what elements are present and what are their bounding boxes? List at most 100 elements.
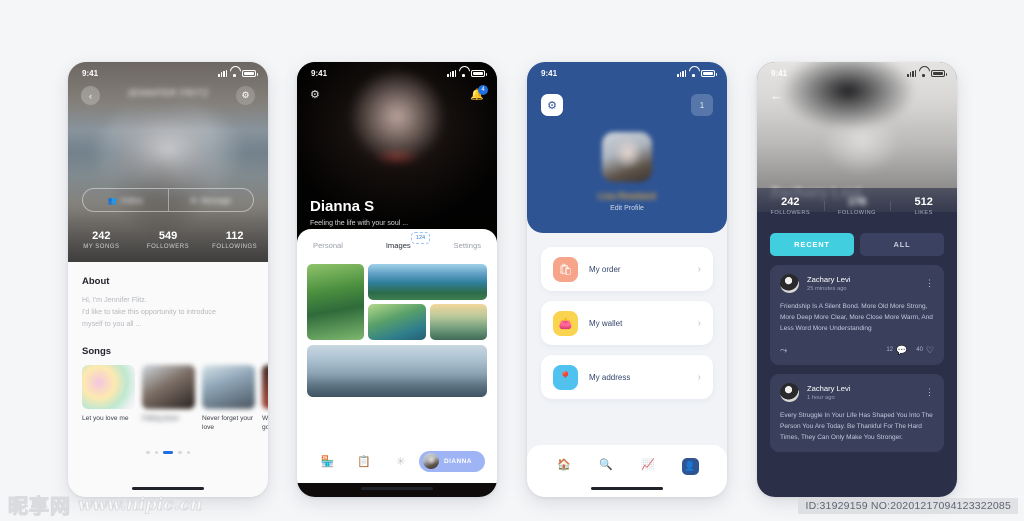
profile-icon[interactable]: 👤: [669, 458, 711, 475]
bell-icon[interactable]: 🔔 4: [470, 85, 488, 101]
post-text: Every Struggle In Your Life Has Shaped Y…: [780, 411, 933, 441]
profile-action-bar: 👥 Follow ✉ Message: [82, 188, 254, 212]
segmented-control: RECENT ALL: [757, 224, 957, 256]
status-time: 9:41: [541, 68, 558, 78]
message-label: Message: [200, 195, 232, 205]
gear-icon[interactable]: ⚙: [310, 88, 320, 101]
post-header: Zachary Levi 1 hour ago ⋮: [780, 382, 934, 402]
heart-icon[interactable]: ♡: [926, 345, 934, 356]
status-bar: 9:41: [297, 62, 497, 82]
chevron-right-icon: ›: [697, 263, 701, 275]
gallery-image[interactable]: [368, 264, 487, 300]
discount-icon[interactable]: ✳: [382, 455, 419, 468]
page-title: JENNIFER FRITZ: [127, 88, 209, 98]
comment-count: 12: [886, 347, 894, 354]
stat-label: FOLLOWERS: [146, 244, 190, 250]
edit-profile-link[interactable]: Edit Profile: [527, 205, 727, 212]
gallery-image[interactable]: [307, 264, 365, 340]
tab-personal[interactable]: Personal: [313, 241, 343, 250]
clipboard-icon[interactable]: 📋: [346, 455, 383, 468]
watermark-brand: 昵享网 www.nipic.cn: [7, 490, 203, 519]
song-title: Let you love me: [82, 414, 129, 422]
pager-dot-active[interactable]: [163, 450, 173, 455]
store-icon[interactable]: 🏪: [309, 455, 346, 468]
counter-badge[interactable]: 1: [691, 94, 713, 116]
post-time: 1 hour ago: [807, 394, 835, 401]
status-bar: 9:41: [527, 62, 727, 82]
song-cover: [262, 364, 268, 409]
search-icon[interactable]: 🔍: [585, 458, 627, 471]
phone-mockup-account-menu: 9:41 ⚙ 1 Lisa Rowland Edit Profile 🛍 My …: [527, 62, 727, 497]
gear-icon[interactable]: ⚙: [541, 94, 563, 116]
song-card[interactable]: Let you love me: [82, 364, 135, 433]
stat-followers: 242 FOLLOWERS: [757, 196, 824, 216]
wifi-icon: [230, 70, 239, 77]
about-line-3: myself to you all ...: [82, 318, 142, 328]
watermark-url: www.nipic.cn: [77, 494, 203, 515]
post-author: Zachary Levi: [807, 383, 851, 393]
avatar[interactable]: [780, 382, 799, 402]
songs-carousel[interactable]: Let you love me Falling down Never forge…: [82, 364, 268, 433]
song-title: Never forget your love: [202, 414, 253, 432]
profile-stats: 242 MY SONGS 549 FOLLOWERS 112 FOLLOWING…: [68, 230, 268, 250]
post-text: Friendship Is A Silent Bond. More Old Mo…: [780, 303, 933, 333]
menu-item-my-address[interactable]: 📍 My address ›: [541, 355, 713, 399]
stat-label: FOLLOWINGS: [212, 244, 258, 250]
stat-value: 242: [781, 196, 800, 208]
content-sheet: Personal Images Settings 124 🏪 📋 ✳ DIANN…: [297, 229, 497, 483]
tab-settings[interactable]: Settings: [454, 241, 481, 250]
song-card[interactable]: Never forget your love: [202, 364, 255, 433]
pager-dot[interactable]: [178, 450, 182, 455]
chart-icon[interactable]: 📈: [627, 458, 669, 471]
tab-images[interactable]: Images: [378, 241, 418, 255]
avatar[interactable]: [602, 132, 652, 182]
profile-name-text: Dianna S: [310, 198, 375, 215]
user-pill-button[interactable]: DIANNA: [419, 450, 486, 472]
stat-likes: 512 LIKES: [890, 196, 957, 216]
gallery-image[interactable]: [429, 304, 487, 340]
account-menu: 🛍 My order › 👛 My wallet › 📍 My address …: [527, 233, 727, 399]
user-pill-label: DIANNA: [444, 457, 472, 465]
message-button[interactable]: ✉ Message: [169, 189, 254, 211]
like-count: 40: [916, 347, 923, 354]
nav-row: ⚙ 1: [527, 82, 727, 116]
follow-button[interactable]: 👥 Follow: [83, 189, 168, 211]
back-button[interactable]: ←: [770, 88, 957, 103]
post-author: Zachary Levi: [807, 275, 851, 284]
pager-dot[interactable]: [186, 450, 190, 455]
song-card[interactable]: Where have you gone: [262, 364, 268, 433]
pager-dot[interactable]: [154, 450, 158, 455]
song-card[interactable]: Falling down: [142, 364, 195, 433]
gallery-image-wide[interactable]: [307, 345, 487, 397]
home-icon[interactable]: 🏠: [543, 458, 585, 471]
carousel-pager[interactable]: [82, 450, 254, 455]
comment-icon[interactable]: 💬: [896, 345, 907, 356]
pager-dot[interactable]: [146, 450, 150, 455]
phone-mockup-social-feed: 9:41 ← Zachary Levi 242 FOLLOWERS 176 FO…: [757, 62, 957, 497]
chevron-right-icon: ›: [697, 371, 701, 383]
menu-item-my-order[interactable]: 🛍 My order ›: [541, 247, 713, 291]
share-icon[interactable]: ⤳: [780, 345, 787, 356]
battery-icon: [242, 69, 258, 77]
post-feed: Zachary Levi 25 minutes ago ⋮ Friendship…: [757, 256, 957, 453]
add-user-icon: 👥: [107, 195, 118, 205]
post-actions: ⤳ 12 💬 40 ♡: [780, 345, 934, 356]
battery-icon: [701, 69, 717, 77]
post-header: Zachary Levi 25 minutes ago ⋮: [780, 274, 934, 293]
kebab-menu-icon[interactable]: ⋮: [925, 279, 934, 288]
follow-label: Follow: [121, 195, 143, 205]
watermark-brand-cn: 昵享网: [7, 493, 71, 518]
segment-all[interactable]: ALL: [860, 233, 944, 256]
avatar[interactable]: [780, 274, 799, 293]
avatar: [423, 453, 440, 469]
kebab-menu-icon[interactable]: ⋮: [925, 387, 934, 396]
bag-icon: 🛍: [553, 256, 578, 282]
song-title: Where have you gone: [262, 414, 268, 432]
tab-bar: Personal Images Settings 124: [307, 232, 487, 255]
about-text: Hi, I'm Jennifer Flitz. I'd like to take…: [82, 294, 254, 330]
segment-recent[interactable]: RECENT: [770, 233, 854, 256]
menu-item-my-wallet[interactable]: 👛 My wallet ›: [541, 301, 713, 345]
signal-icon: [677, 69, 686, 77]
battery-icon: [471, 69, 487, 77]
gallery-image[interactable]: [368, 304, 426, 340]
